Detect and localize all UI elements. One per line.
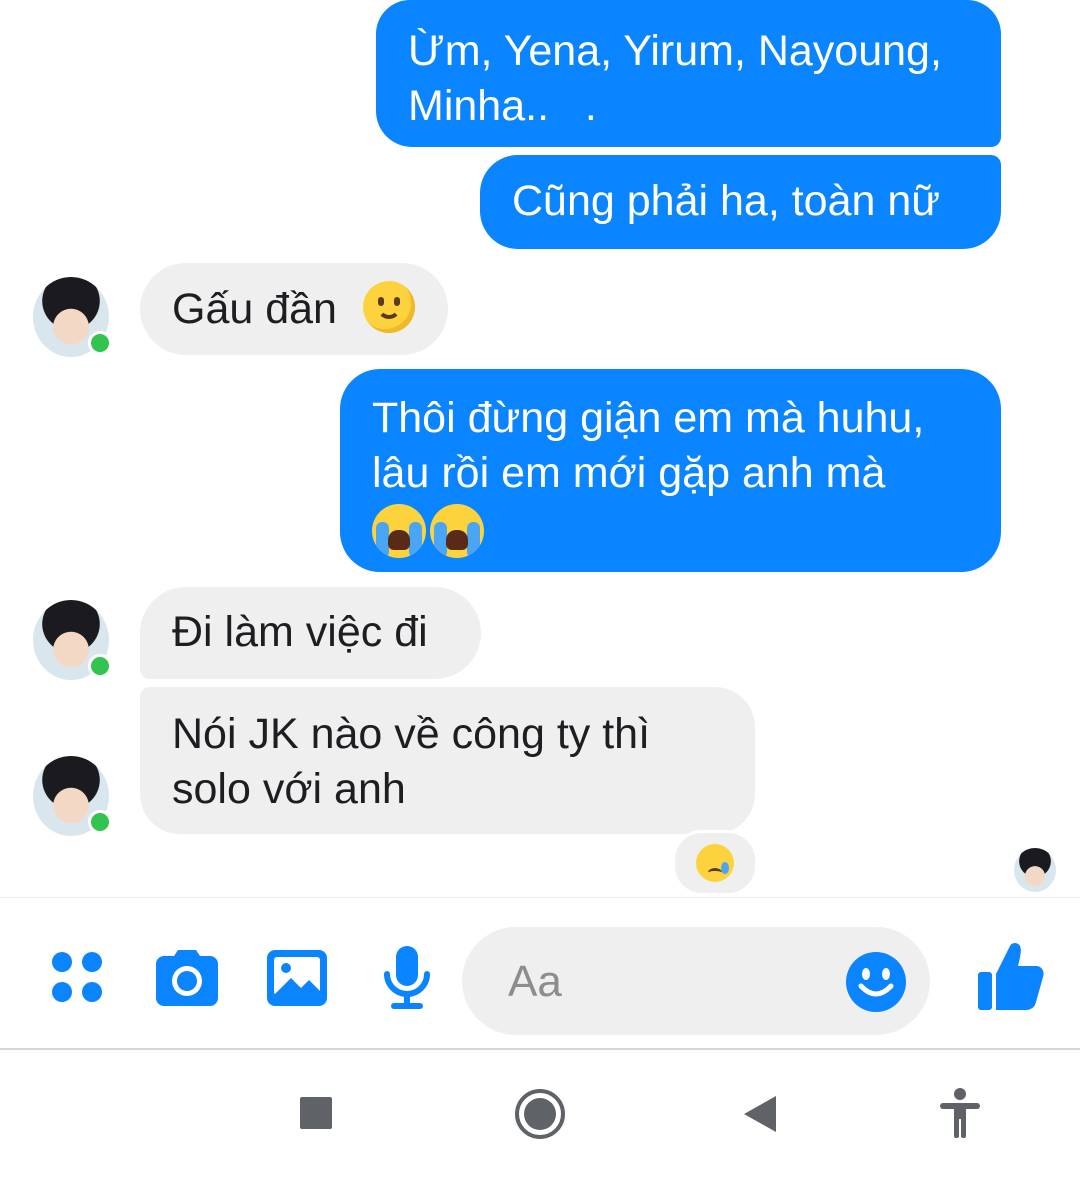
message-line: Ừm, Yena, Yirum, Nayoung, (408, 27, 942, 75)
message-line: Thôi đừng giận em mà huhu, (372, 394, 925, 442)
outgoing-message-bubble[interactable]: Cũng phải ha, toàn nữ (480, 155, 1001, 249)
incoming-message-bubble[interactable]: Nói JK nào về công ty thì solo với anh (140, 687, 755, 834)
contact-avatar[interactable] (33, 277, 112, 357)
message-line: Gấu đần (172, 285, 337, 333)
recents-square-icon[interactable] (298, 1096, 334, 1130)
contact-avatar[interactable] (33, 600, 112, 680)
incoming-message-bubble[interactable]: Đi làm việc đi (140, 587, 481, 679)
message-line: lâu rồi em mới gặp anh mà (372, 449, 886, 497)
message-line: Cũng phải ha, toàn nữ (512, 177, 941, 225)
back-triangle-icon[interactable] (742, 1094, 778, 1134)
crying-face-icon (696, 844, 734, 882)
online-status-dot (88, 654, 112, 678)
online-status-dot (88, 331, 112, 355)
gallery-icon[interactable] (267, 950, 327, 1006)
system-navigation-bar (0, 1048, 1080, 1177)
loudly-crying-face-emoji-icon (430, 504, 484, 558)
camera-icon[interactable] (156, 950, 218, 1006)
home-circle-icon[interactable] (514, 1088, 566, 1140)
message-line: Minha.. . (408, 82, 597, 130)
outgoing-message-bubble[interactable]: Thôi đừng giận em mà huhu, lâu rồi em mớ… (340, 369, 1001, 572)
loudly-crying-face-emoji-icon (372, 504, 426, 558)
slightly-smiling-face-emoji-icon (362, 281, 415, 333)
contact-avatar[interactable] (33, 756, 112, 836)
online-status-dot (88, 810, 112, 834)
emoji-icon[interactable] (846, 952, 906, 1012)
crying-face-reaction[interactable] (672, 830, 758, 896)
incoming-message-bubble[interactable]: Gấu đần (140, 263, 448, 355)
message-input-container[interactable] (462, 927, 930, 1035)
message-line: Đi làm việc đi (172, 608, 428, 656)
message-line: Nói JK nào về công ty thì (172, 710, 651, 758)
thumbs-up-icon[interactable] (978, 942, 1044, 1010)
outgoing-message-bubble[interactable]: Ừm, Yena, Yirum, Nayoung, Minha.. . (376, 0, 1001, 147)
apps-icon[interactable] (50, 950, 104, 1004)
message-line: solo với anh (172, 765, 406, 813)
microphone-icon[interactable] (383, 946, 431, 1010)
accessibility-icon[interactable] (938, 1088, 982, 1138)
seen-indicator-avatar (1014, 848, 1056, 892)
message-input[interactable] (506, 949, 830, 1015)
